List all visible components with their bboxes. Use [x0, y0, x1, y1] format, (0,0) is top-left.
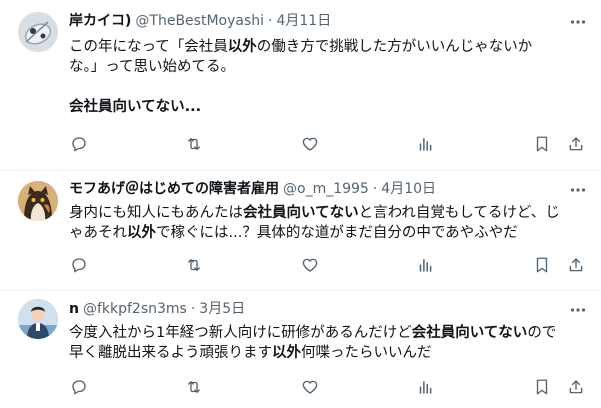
- text-span: 何喋ったらいいんだ: [301, 345, 432, 361]
- handle[interactable]: @o_m_1995: [283, 180, 369, 198]
- tweet-3[interactable]: n @fkkpf2sn3ms · 3月5日 今度入社から1年経つ新人向けに研修が…: [0, 291, 601, 408]
- share-icon[interactable]: [566, 255, 586, 275]
- handle[interactable]: @fkkpf2sn3ms: [83, 300, 187, 318]
- timestamp[interactable]: 4月11日: [276, 12, 331, 30]
- retweet-icon[interactable]: [184, 134, 204, 154]
- text-span: 今度入社から1年経つ新人向けに研修があるんだけど: [69, 325, 412, 341]
- retweet-icon[interactable]: [184, 377, 204, 397]
- reply-icon[interactable]: [69, 134, 89, 154]
- tweet-actions: [69, 134, 589, 154]
- text-line: 身内にも知人にもあんたは会社員向いてないと言われ自覚もしてるけど、じ: [69, 203, 589, 223]
- tweet-header: n @fkkpf2sn3ms · 3月5日: [69, 300, 245, 318]
- share-icon[interactable]: [566, 377, 586, 397]
- timestamp[interactable]: 3月5日: [199, 300, 245, 318]
- tweet-text: 今度入社から1年経つ新人向けに研修があるんだけど会社員向いてないので 早く離脱出…: [69, 323, 589, 363]
- keyword: 以外: [227, 39, 257, 55]
- display-name[interactable]: モフあげ＠はじめての障害者雇用: [69, 180, 279, 198]
- tweet-2[interactable]: モフあげ＠はじめての障害者雇用 @o_m_1995 · 4月10日 身内にも知人…: [0, 171, 601, 290]
- keyword: 会社員向いてない...: [69, 99, 202, 115]
- display-name[interactable]: n: [69, 300, 79, 318]
- avatar[interactable]: [18, 12, 58, 52]
- timeline: 岸カイコ) @TheBestMoyashi · 4月11日 この年になって「会社…: [0, 0, 601, 408]
- text-span: の働き方で挑戦した方がいいんじゃないか: [256, 39, 533, 55]
- avatar[interactable]: [18, 299, 58, 339]
- timestamp[interactable]: 4月10日: [381, 180, 436, 198]
- text-span: ので: [527, 325, 557, 341]
- avatar[interactable]: [18, 181, 58, 221]
- separator: ·: [268, 13, 273, 29]
- share-icon[interactable]: [566, 134, 586, 154]
- more-icon[interactable]: [569, 301, 587, 319]
- separator: ·: [372, 181, 378, 197]
- like-icon[interactable]: [300, 255, 320, 275]
- more-icon[interactable]: [569, 13, 587, 31]
- views-icon[interactable]: [415, 255, 435, 275]
- retweet-icon[interactable]: [184, 255, 204, 275]
- tweet-1[interactable]: 岸カイコ) @TheBestMoyashi · 4月11日 この年になって「会社…: [0, 0, 601, 170]
- tweet-actions: [69, 255, 589, 275]
- text-line: 今度入社から1年経つ新人向けに研修があるんだけど会社員向いてないので: [69, 323, 589, 343]
- keyword: 会社員向いてない: [243, 205, 359, 221]
- tweet-text: 身内にも知人にもあんたは会社員向いてないと言われ自覚もしてるけど、じ ゃあそれ以…: [69, 203, 589, 243]
- keyword: 会社員向いてない: [411, 325, 528, 341]
- tweet-header: 岸カイコ) @TheBestMoyashi · 4月11日: [69, 12, 331, 30]
- like-icon[interactable]: [300, 134, 320, 154]
- views-icon[interactable]: [415, 377, 435, 397]
- keyword: 以外: [127, 225, 156, 241]
- text-span: ゃあそれ: [69, 225, 127, 241]
- tweet-actions: [69, 377, 589, 397]
- bookmark-icon[interactable]: [532, 255, 552, 275]
- keyword: 以外: [272, 345, 301, 361]
- like-icon[interactable]: [300, 377, 320, 397]
- tweet-header: モフあげ＠はじめての障害者雇用 @o_m_1995 · 4月10日: [69, 180, 436, 198]
- text-span: 早く離脱出来るよう頑張ります: [69, 345, 272, 361]
- display-name[interactable]: 岸カイコ): [69, 12, 131, 30]
- views-icon[interactable]: [415, 134, 435, 154]
- text-span: この年になって「会社員: [69, 39, 228, 55]
- more-icon[interactable]: [569, 181, 587, 199]
- separator: ·: [190, 301, 196, 317]
- bookmark-icon[interactable]: [532, 134, 552, 154]
- text-span: で稼ぐには...？具体的な道がまだ自分の中であやふやだ: [156, 225, 518, 241]
- text-line: ゃあそれ以外で稼ぐには...？具体的な道がまだ自分の中であやふやだ: [69, 223, 589, 243]
- text-line: この年になって「会社員以外の働き方で挑戦した方がいいんじゃないか: [69, 37, 589, 57]
- reply-icon[interactable]: [69, 377, 89, 397]
- text-line: な。」って思い始めてる。: [69, 59, 236, 75]
- tweet-text: この年になって「会社員以外の働き方で挑戦した方がいいんじゃないか な。」って思い…: [69, 37, 589, 117]
- bookmark-icon[interactable]: [532, 377, 552, 397]
- text-span: 身内にも知人にもあんたは: [69, 205, 243, 221]
- text-span: と言われ自覚もしてるけど、じ: [358, 205, 560, 221]
- reply-icon[interactable]: [69, 255, 89, 275]
- handle[interactable]: @TheBestMoyashi: [135, 12, 264, 30]
- text-line: 早く離脱出来るよう頑張ります以外何喋ったらいいんだ: [69, 343, 589, 363]
- text-line: 会社員向いてない...: [69, 97, 589, 117]
